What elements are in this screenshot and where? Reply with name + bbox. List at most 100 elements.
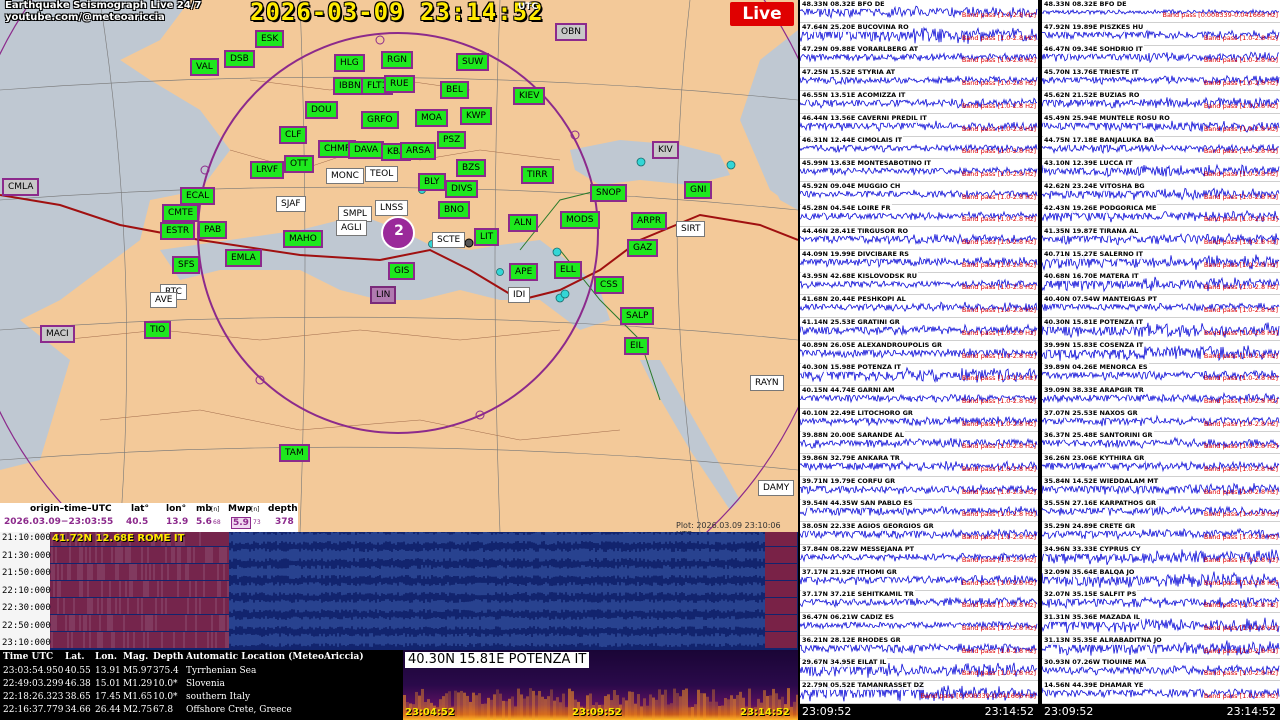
station-estr[interactable]: ESTR xyxy=(160,222,196,240)
station-lit[interactable]: LIT xyxy=(474,228,500,246)
station-arpr[interactable]: ARPR xyxy=(631,212,668,230)
seismogram-trace[interactable]: 32.07N 35.15E SALFIT PS Band pass [1.0-2.… xyxy=(1042,590,1280,614)
seismogram-trace[interactable]: 40.10N 22.49E LITOCHORO GR Band pass [1.0… xyxy=(800,408,1038,432)
seismogram-trace[interactable]: 37.17N 37.21E SEHITKAMIL TR Band pass [1.… xyxy=(800,590,1038,614)
seismogram-trace[interactable]: 43.95N 42.68E KISLOVODSK RU Band pass [1.… xyxy=(800,272,1038,296)
seismogram-trace[interactable]: 45.99N 13.63E MONTESABOTINO IT Band pass … xyxy=(800,158,1038,182)
station-tirr[interactable]: TIRR xyxy=(521,166,554,184)
station-sirt[interactable]: SIRT xyxy=(676,221,706,237)
seismogram-trace[interactable]: 34.96N 33.33E CYPRUS CY Band pass [1.0-2.… xyxy=(1042,544,1280,568)
seismogram-trace[interactable]: 32.09N 35.64E BALQA JO Band pass [1.0-2.8… xyxy=(1042,567,1280,591)
station-lnss[interactable]: LNSS xyxy=(375,200,409,216)
seismogram-trace[interactable]: 22.79N 05.52E TAMANRASSET DZ Band pass [0… xyxy=(800,681,1038,704)
seismogram-trace[interactable]: 38.05N 22.33E AGIOS GEORGIOS GR Band pass… xyxy=(800,522,1038,546)
seismogram-trace[interactable]: 37.17N 21.92E ITHOMI GR Band pass [1.0-2.… xyxy=(800,567,1038,591)
seismogram-trace[interactable]: 39.86N 32.79E ANKARA TR Band pass [1.0-2.… xyxy=(800,454,1038,477)
seismogram-trace[interactable]: 41.35N 19.87E TIRANA AL Band pass [1.0-2.… xyxy=(1042,227,1280,250)
station-tio[interactable]: TIO xyxy=(144,321,172,339)
station-rayn[interactable]: RAYN xyxy=(750,375,784,391)
seismogram-trace[interactable]: 46.44N 13.56E CAVERNI PREDIL IT Band pass… xyxy=(800,113,1038,137)
station-damy[interactable]: DAMY xyxy=(758,480,795,496)
station-divs[interactable]: DIVS xyxy=(445,180,479,198)
station-ape[interactable]: APE xyxy=(509,263,539,281)
seismic-map[interactable]: Earthquake Seismograph Live 24/7 youtube… xyxy=(0,0,798,532)
station-dsb[interactable]: DSB xyxy=(224,50,255,68)
station-moa[interactable]: MOA xyxy=(415,109,448,127)
seismogram-trace[interactable]: 46.31N 12.44E CIMOLAIS IT Band pass [1.0-… xyxy=(800,136,1038,160)
seismogram-trace[interactable]: 42.62N 23.24E VITOSHA BG Band pass [1.0-2… xyxy=(1042,181,1280,205)
seismogram-trace[interactable]: 35.55N 27.16E KARPATHOS GR Band pass [1.0… xyxy=(1042,499,1280,523)
seismogram-trace[interactable]: 48.33N 08.32E BFO DE Band pass [1.0-2.8 H… xyxy=(800,0,1038,23)
seismogram-trace[interactable]: 44.46N 28.41E TIRGUSOR RO Band pass [1.0-… xyxy=(800,227,1038,250)
seismogram-trace[interactable]: 14.56N 44.39E DHAMAR YE Band pass [1.0-2.… xyxy=(1042,681,1280,704)
station-kiev[interactable]: KIEV xyxy=(513,87,546,105)
station-val[interactable]: VAL xyxy=(190,58,219,76)
seismogram-trace[interactable]: 37.84N 08.22W MESSEJANA PT Band pass [1.0… xyxy=(800,544,1038,568)
station-ott[interactable]: OTT xyxy=(284,155,314,173)
station-idi[interactable]: IDI xyxy=(508,287,531,303)
station-rgn[interactable]: RGN xyxy=(381,51,413,69)
seismogram-trace[interactable]: 43.10N 12.39E LUCCA IT Band pass [1.0-2.8… xyxy=(1042,158,1280,182)
station-pab[interactable]: PAB xyxy=(198,221,228,239)
station-bzs[interactable]: BZS xyxy=(456,159,487,177)
station-salp[interactable]: SALP xyxy=(620,307,655,325)
seismogram-trace[interactable]: 37.07N 25.53E NAXOS GR Band pass [1.0-2.8… xyxy=(1042,408,1280,432)
station-obn[interactable]: OBN xyxy=(555,23,587,41)
station-css[interactable]: CSS xyxy=(594,276,624,294)
seismogram-trace[interactable]: 36.21N 28.12E RHODES GR Band pass [1.0-2.… xyxy=(800,635,1038,659)
seismogram-trace[interactable]: 47.25N 15.52E STYRIA AT Band pass [1.0-2.… xyxy=(800,68,1038,92)
seismogram-trace[interactable]: 30.93N 07.26W TIOUINE MA Band pass [1.0-2… xyxy=(1042,658,1280,682)
seismogram-trace[interactable]: 48.33N 08.32E BFO DE Band pass [0.008339-… xyxy=(1042,0,1280,23)
station-snop[interactable]: SNOP xyxy=(590,184,627,202)
seismogram-trace[interactable]: 46.55N 13.51E ACOMIZZA IT Band pass [1.0-… xyxy=(800,90,1038,114)
station-esk[interactable]: ESK xyxy=(255,30,285,48)
station-ell[interactable]: ELL xyxy=(554,261,582,279)
seismogram-trace[interactable]: 40.30N 15.81E POTENZA IT Band pass [1.0-2… xyxy=(1042,317,1280,341)
station-maho[interactable]: MAHO xyxy=(283,230,323,248)
seismogram-trace[interactable]: 47.64N 25.20E BUCOVINA RO Band pass [1.0-… xyxy=(800,22,1038,46)
seismogram-trace[interactable]: 31.13N 35.35E ALRABADITNA JO Band pass [1… xyxy=(1042,635,1280,659)
station-gis[interactable]: GIS xyxy=(388,262,416,280)
seismogram-trace[interactable]: 40.71N 15.27E SALERNO IT Band pass [1.0-2… xyxy=(1042,249,1280,273)
station-aln[interactable]: ALN xyxy=(508,214,538,232)
seismogram-trace[interactable]: 42.43N 19.26E PODGORICA ME Band pass [1.0… xyxy=(1042,204,1280,228)
station-bly[interactable]: BLY xyxy=(418,173,446,191)
station-rue[interactable]: RUE xyxy=(384,75,415,93)
seismogram-trace[interactable]: 40.15N 44.74E GARNI AM Band pass [1.0-2.8… xyxy=(800,385,1038,409)
station-sjaf[interactable]: SJAF xyxy=(276,196,306,212)
station-lin[interactable]: LIN xyxy=(370,286,397,304)
seismogram-trace[interactable]: 40.30N 15.98E POTENZA IT Band pass [1.0-2… xyxy=(800,363,1038,387)
station-agli[interactable]: AGLI xyxy=(336,220,367,236)
seismogram-trace[interactable]: 35.84N 14.52E WIEDDALAM MT Band pass [1.0… xyxy=(1042,476,1280,500)
seismogram-trace[interactable]: 45.49N 25.94E MUNTELE ROSU RO Band pass [… xyxy=(1042,113,1280,137)
station-mods[interactable]: MODS xyxy=(560,211,600,229)
station-gni[interactable]: GNI xyxy=(684,181,713,199)
station-bel[interactable]: BEL xyxy=(440,81,469,99)
station-kwp[interactable]: KWP xyxy=(460,107,492,125)
seismogram-trace[interactable]: 40.89N 26.05E ALEXANDROUPOLIS GR Band pas… xyxy=(800,340,1038,364)
station-arsa[interactable]: ARSA xyxy=(400,142,437,160)
station-psz[interactable]: PSZ xyxy=(437,131,467,149)
epicenter-marker[interactable]: 2 xyxy=(389,223,409,239)
station-hlg[interactable]: HLG xyxy=(334,54,365,72)
seismogram-trace[interactable]: 36.37N 25.48E SANTORINI GR Band pass [1.0… xyxy=(1042,431,1280,455)
seismogram-trace[interactable]: 40.40N 07.54W MANTEIGAS PT Band pass [1.0… xyxy=(1042,295,1280,319)
station-dou[interactable]: DOU xyxy=(305,101,338,119)
station-eil[interactable]: EIL xyxy=(624,337,650,355)
seismogram-trace[interactable]: 39.88N 20.00E SARANDE AL Band pass [1.0-2… xyxy=(800,431,1038,455)
station-ecal[interactable]: ECAL xyxy=(180,187,216,205)
seismogram-trace[interactable]: 40.68N 16.70E MATERA IT Band pass [1.0-2.… xyxy=(1042,272,1280,296)
seismogram-trace[interactable]: 41.14N 25.53E GRATINI GR Band pass [1.0-2… xyxy=(800,317,1038,341)
station-teol[interactable]: TEOL xyxy=(365,166,399,182)
seismogram-trace[interactable]: 39.89N 04.26E MENORCA ES Band pass [1.0-2… xyxy=(1042,363,1280,387)
station-ave[interactable]: AVE xyxy=(150,292,178,308)
seismogram-trace[interactable]: 39.54N 44.35W SAN PABLO ES Band pass [1.0… xyxy=(800,499,1038,523)
station-grfo[interactable]: GRFO xyxy=(361,111,399,129)
station-emla[interactable]: EMLA xyxy=(225,249,262,267)
seismogram-trace[interactable]: 31.31N 35.36E MAZADA IL Band pass [1.0-2.… xyxy=(1042,612,1280,636)
station-dava[interactable]: DAVA xyxy=(348,141,385,159)
seismogram-trace[interactable]: 41.68N 20.44E PESHKOPI AL Band pass [1.0-… xyxy=(800,295,1038,319)
seismogram-trace[interactable]: 47.29N 09.88E VORARLBERG AT Band pass [1.… xyxy=(800,45,1038,69)
station-cmte[interactable]: CMTE xyxy=(162,204,200,222)
station-sfs[interactable]: SFS xyxy=(172,256,201,274)
